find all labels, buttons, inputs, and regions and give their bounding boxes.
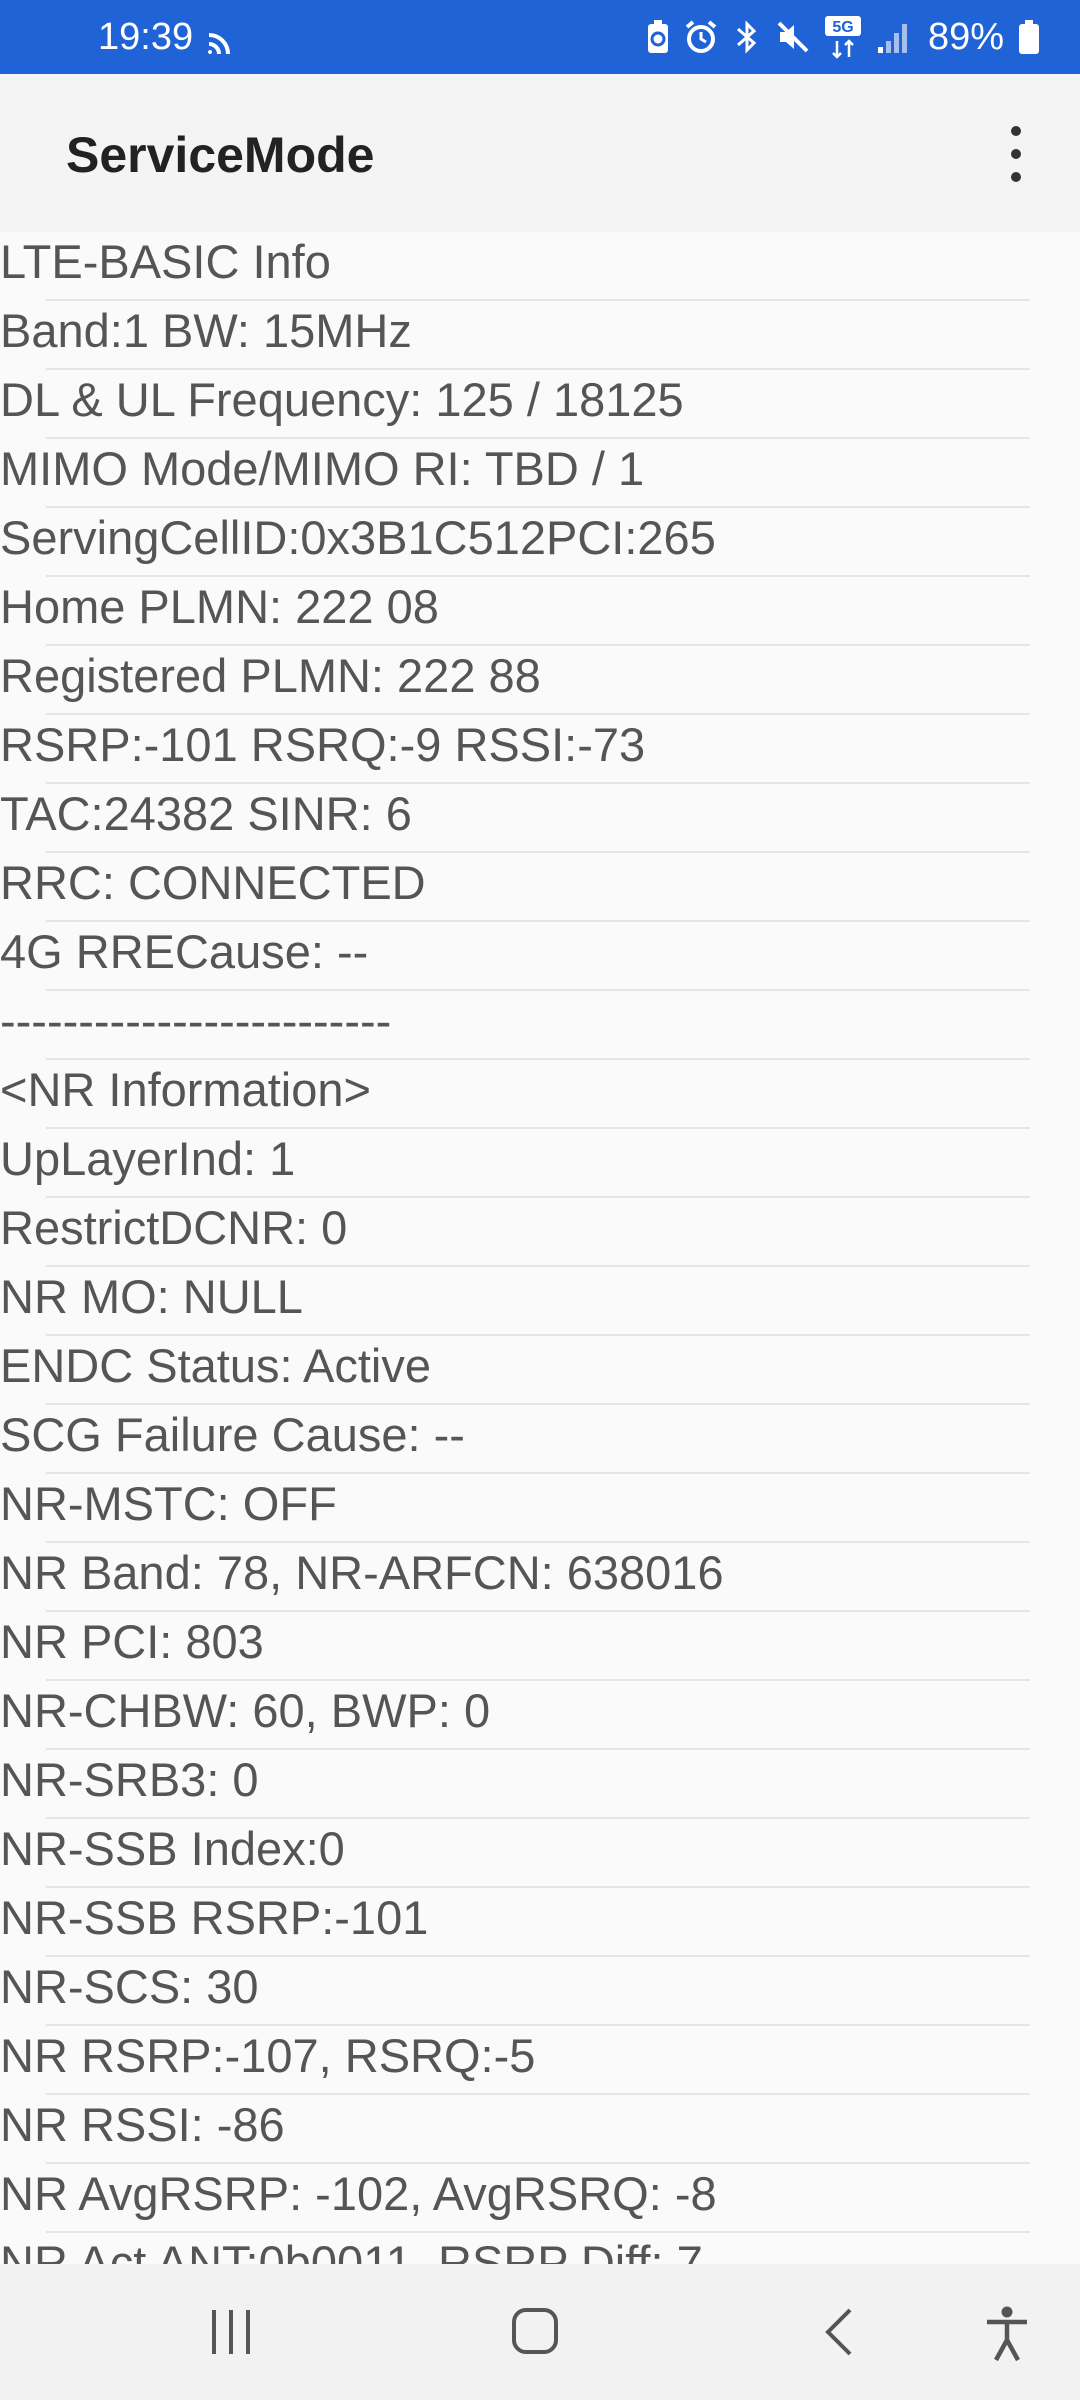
info-line-text: NR Act ANT:0b0011, RSRP Diff: 7 — [0, 2236, 703, 2264]
info-line-text: <NR Information> — [0, 1063, 371, 1116]
info-line-text: RSRP:-101 RSRQ:-9 RSSI:-73 — [0, 718, 646, 771]
list-item: Registered PLMN: 222 88 — [0, 646, 1030, 715]
list-item: NR PCI: 803 — [0, 1612, 1030, 1681]
5g-icon: 5G — [824, 16, 861, 59]
info-line-text: ENDC Status: Active — [0, 1339, 431, 1392]
info-line-text: NR-CHBW: 60, BWP: 0 — [0, 1684, 491, 1737]
list-item: NR-SSB RSRP:-101 — [0, 1888, 1030, 1957]
info-line-text: Band:1 BW: 15MHz — [0, 304, 412, 357]
info-line-text: RRC: CONNECTED — [0, 856, 426, 909]
alarm-icon — [685, 20, 717, 53]
info-line-text: Registered PLMN: 222 88 — [0, 649, 541, 702]
info-line-text: SCG Failure Cause: -- — [0, 1408, 465, 1461]
info-line-text: UpLayerInd: 1 — [0, 1132, 296, 1185]
battery-saver-icon — [647, 20, 668, 53]
list-item: UpLayerInd: 1 — [0, 1129, 1030, 1198]
info-line-text: MIMO Mode/MIMO RI: TBD / 1 — [0, 442, 645, 495]
accessibility-icon[interactable] — [982, 2304, 1032, 2364]
list-item: NR-MSTC: OFF — [0, 1474, 1030, 1543]
list-item: DL & UL Frequency: 125 / 18125 — [0, 370, 1030, 439]
status-bar: 19:39 5G 89% — [0, 0, 1080, 74]
info-line-text: DL & UL Frequency: 125 / 18125 — [0, 373, 684, 426]
list-item: ENDC Status: Active — [0, 1336, 1030, 1405]
status-icons: 5G 89% — [646, 14, 1040, 60]
info-line-text: NR AvgRSRP: -102, AvgRSRQ: -8 — [0, 2167, 717, 2220]
list-item: Band:1 BW: 15MHz — [0, 301, 1030, 370]
list-item: NR RSSI: -86 — [0, 2095, 1030, 2164]
battery-icon — [1019, 20, 1039, 54]
list-item: NR-CHBW: 60, BWP: 0 — [0, 1681, 1030, 1750]
list-item: RestrictDCNR: 0 — [0, 1198, 1030, 1267]
bluetooth-icon — [736, 20, 757, 54]
info-line-text: NR MO: NULL — [0, 1270, 303, 1323]
list-item: NR-SSB Index:0 — [0, 1819, 1030, 1888]
nav-bar — [0, 2264, 1080, 2400]
list-item: 4G RRECause: -- — [0, 922, 1030, 991]
mute-icon — [777, 21, 809, 53]
back-icon[interactable] — [820, 2304, 860, 2360]
list-item: RSRP:-101 RSRQ:-9 RSSI:-73 — [0, 715, 1030, 784]
list-item: Home PLMN: 222 08 — [0, 577, 1030, 646]
more-vert-icon[interactable] — [996, 126, 1036, 182]
app-bar: ServiceMode — [0, 74, 1080, 232]
list-item: ------------------------- — [0, 991, 1030, 1060]
info-line-text: NR PCI: 803 — [0, 1615, 264, 1668]
info-line-text: NR RSSI: -86 — [0, 2098, 285, 2151]
info-line-text: NR RSRP:-107, RSRQ:-5 — [0, 2029, 536, 2082]
info-list[interactable]: LTE-BASIC Info Band:1 BW: 15MHz DL & UL Fr… — [0, 232, 1080, 2264]
info-line-text: NR-MSTC: OFF — [0, 1477, 337, 1530]
info-line-text: ServingCellID:0x3B1C512PCI:265 — [0, 511, 716, 564]
recent-apps-icon[interactable] — [206, 2304, 256, 2360]
list-item: NR RSRP:-107, RSRQ:-5 — [0, 2026, 1030, 2095]
signal-icon — [877, 24, 907, 53]
list-item: SCG Failure Cause: -- — [0, 1405, 1030, 1474]
list-item: NR MO: NULL — [0, 1267, 1030, 1336]
info-line-text: NR Band: 78, NR-ARFCN: 638016 — [0, 1546, 724, 1599]
home-icon[interactable] — [510, 2304, 560, 2360]
list-item: NR-SRB3: 0 — [0, 1750, 1030, 1819]
list-item: LTE-BASIC Info — [0, 232, 1030, 301]
info-line-text: NR-SSB RSRP:-101 — [0, 1891, 429, 1944]
info-line-text: Home PLMN: 222 08 — [0, 580, 439, 633]
list-item: ServingCellID:0x3B1C512PCI:265 — [0, 508, 1030, 577]
list-item: NR Act ANT:0b0011, RSRP Diff: 7 — [0, 2233, 1030, 2264]
battery-percent: 89% — [927, 15, 1004, 58]
list-item: MIMO Mode/MIMO RI: TBD / 1 — [0, 439, 1030, 508]
list-item: RRC: CONNECTED — [0, 853, 1030, 922]
info-line-text: ------------------------- — [0, 994, 392, 1047]
info-line-text: NR-SSB Index:0 — [0, 1822, 345, 1875]
info-line-text: RestrictDCNR: 0 — [0, 1201, 348, 1254]
cast-icon — [208, 33, 230, 55]
info-line-text: NR-SRB3: 0 — [0, 1753, 259, 1806]
status-time: 19:39 — [98, 16, 194, 58]
info-line-text: 4G RRECause: -- — [0, 925, 369, 978]
5g-label: 5G — [832, 19, 853, 36]
list-item: NR Band: 78, NR-ARFCN: 638016 — [0, 1543, 1030, 1612]
list-item: NR AvgRSRP: -102, AvgRSRQ: -8 — [0, 2164, 1030, 2233]
list-item: NR-SCS: 30 — [0, 1957, 1030, 2026]
page-title: ServiceMode — [66, 127, 375, 183]
list-item: TAC:24382 SINR: 6 — [0, 784, 1030, 853]
info-line-text: NR-SCS: 30 — [0, 1960, 259, 2013]
info-line-text: LTE-BASIC Info — [0, 235, 331, 288]
list-item: <NR Information> — [0, 1060, 1030, 1129]
info-line-text: TAC:24382 SINR: 6 — [0, 787, 412, 840]
